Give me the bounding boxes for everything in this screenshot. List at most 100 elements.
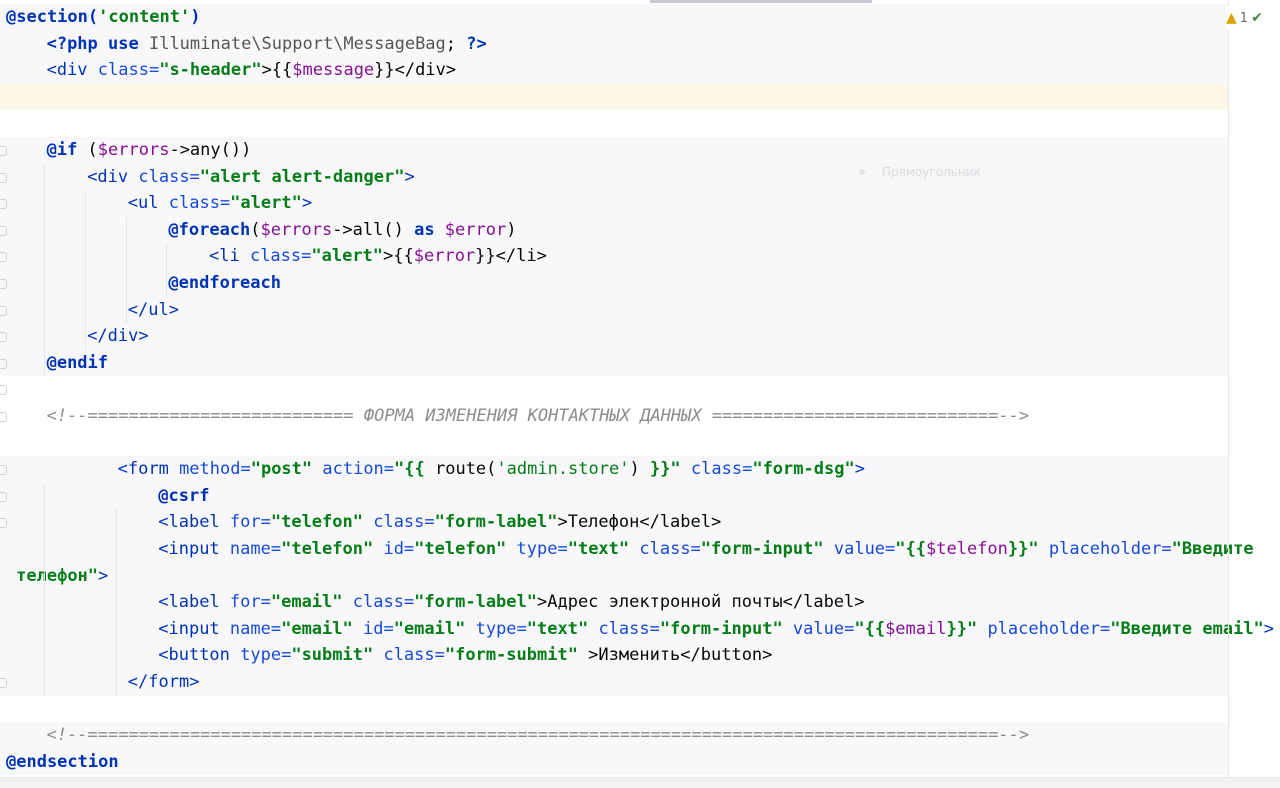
code-text: <ul class="alert"> xyxy=(128,190,312,217)
code-token: id= xyxy=(352,618,394,639)
code-token: for= xyxy=(229,592,271,613)
code-line[interactable]: <input name="telefon" id="telefon" type=… xyxy=(0,536,1254,563)
fold-marker-icon[interactable] xyxy=(0,358,7,369)
code-token: "form-submit" xyxy=(444,645,578,666)
code-line[interactable] xyxy=(0,376,1228,403)
code-text: </div> xyxy=(87,323,148,350)
fold-marker-icon[interactable] xyxy=(0,252,7,263)
code-text: @foreach($errors->all() as $error) xyxy=(168,217,516,244)
code-token: }}" xyxy=(946,618,978,639)
fold-marker-icon[interactable] xyxy=(0,225,7,236)
code-line[interactable]: <button type="submit" class="form-submit… xyxy=(0,642,1228,669)
code-token: name= xyxy=(229,618,282,639)
code-token: method= xyxy=(179,459,251,480)
code-text: телефон"> xyxy=(16,563,108,590)
code-line[interactable]: <div class="s-header">{{$message}}</div> xyxy=(0,57,1228,84)
code-text: @if ($errors->any()) xyxy=(47,137,252,164)
code-token: }}" xyxy=(649,459,681,480)
inspection-widget[interactable]: ▲ 1 ✔ xyxy=(1226,6,1280,30)
code-token: телефон" xyxy=(16,565,99,586)
code-token: <input xyxy=(158,539,230,559)
code-token: placeholder= xyxy=(1038,539,1172,559)
code-text: <div class="s-header">{{$message}}</div> xyxy=(47,57,456,84)
code-token: "alert" xyxy=(311,246,384,267)
code-text: @section('content') xyxy=(6,4,201,31)
code-token: @foreach xyxy=(168,219,251,240)
code-token: class= xyxy=(168,193,231,214)
code-line[interactable]: @endif xyxy=(0,349,1228,377)
fold-marker-icon[interactable] xyxy=(0,305,7,316)
code-line[interactable]: @endforeach xyxy=(0,270,1228,297)
right-margin-guide xyxy=(1228,0,1229,787)
code-token: $error xyxy=(444,219,507,240)
code-token: use xyxy=(108,33,149,54)
code-token: <form xyxy=(117,459,180,480)
fold-marker-icon[interactable] xyxy=(0,146,7,156)
code-token: "email" xyxy=(281,618,353,639)
code-token: > xyxy=(98,565,109,586)
code-text: @endif xyxy=(47,350,108,377)
code-text: </ul> xyxy=(128,297,179,324)
code-line[interactable]: <ul class="alert"> xyxy=(0,190,1228,217)
fold-marker-icon[interactable] xyxy=(0,518,7,529)
fold-marker-icon[interactable] xyxy=(0,172,7,183)
code-text: <!--========================== ФОРМА ИЗМ… xyxy=(47,403,1030,430)
code-line[interactable]: <li class="alert">{{$error}}</li> xyxy=(0,243,1228,270)
fold-marker-icon[interactable] xyxy=(0,491,7,502)
code-line[interactable]: @foreach($errors->all() as $error) xyxy=(0,216,1228,244)
code-token: }}</li> xyxy=(475,246,547,267)
code-line[interactable] xyxy=(0,110,1228,137)
code-line[interactable]: @csrf xyxy=(0,482,1228,510)
code-line[interactable]: </form> xyxy=(0,669,1228,696)
code-token: class= xyxy=(97,60,160,81)
code-token: Illuminate\Support\MessageBag xyxy=(148,33,446,54)
code-line[interactable]: </ul> xyxy=(0,296,1228,324)
fold-marker-icon[interactable] xyxy=(0,279,7,289)
fold-marker-icon[interactable] xyxy=(0,385,7,396)
fold-marker-icon[interactable] xyxy=(0,465,7,476)
code-line[interactable]: @section('content') xyxy=(0,4,1228,31)
code-line[interactable] xyxy=(0,429,1228,457)
code-token: ) xyxy=(190,7,201,27)
code-token: > xyxy=(301,193,313,214)
code-token: <ul xyxy=(127,193,169,214)
indent-guide xyxy=(116,509,117,696)
horizontal-scrollbar[interactable] xyxy=(0,777,1280,788)
code-line[interactable]: </div> xyxy=(0,323,1228,350)
code-line[interactable]: <form method="post" action="{{ route('ad… xyxy=(0,456,1228,483)
code-token: for= xyxy=(229,512,271,533)
indent-guide xyxy=(44,163,45,377)
code-token: @if xyxy=(46,140,88,160)
code-token: ) xyxy=(629,459,650,480)
code-line[interactable]: <!--========================== ФОРМА ИЗМ… xyxy=(0,403,1228,430)
scroll-thumb-top[interactable] xyxy=(650,0,872,3)
code-token: class= xyxy=(629,539,701,559)
code-token: <li xyxy=(209,246,250,267)
fold-marker-icon[interactable] xyxy=(0,332,7,343)
indent-guide xyxy=(126,216,127,324)
code-line[interactable]: <!--====================================… xyxy=(0,722,1228,749)
code-token: >Изменить</button> xyxy=(577,645,773,666)
code-line[interactable]: @endsection xyxy=(0,748,1228,776)
code-text: @endforeach xyxy=(168,270,281,297)
fold-marker-icon[interactable] xyxy=(0,678,7,688)
fold-marker-icon[interactable] xyxy=(0,412,7,422)
code-text: <!--====================================… xyxy=(47,722,1030,749)
code-token: "telefon" xyxy=(281,539,374,559)
fold-marker-icon[interactable] xyxy=(0,199,7,210)
warning-count: 1 xyxy=(1239,10,1249,26)
code-line[interactable]: <label for="email" class="form-label">Ад… xyxy=(0,589,1228,616)
code-text: <label for="email" class="form-label">Ад… xyxy=(158,589,864,616)
code-line[interactable]: телефон"> xyxy=(0,562,1228,590)
code-token: "{{ xyxy=(394,459,435,480)
code-line[interactable]: <label for="telefon" class="form-label">… xyxy=(0,509,1228,536)
code-line[interactable] xyxy=(0,83,1228,111)
code-line[interactable]: @if ($errors->any()) xyxy=(0,137,1228,164)
code-editor[interactable]: @section('content') <?php use Illuminate\… xyxy=(0,0,1280,788)
code-line[interactable]: <?php use Illuminate\Support\MessageBag;… xyxy=(0,30,1228,58)
code-line[interactable] xyxy=(0,695,1228,723)
code-text: <button type="submit" class="form-submit… xyxy=(158,642,772,669)
code-line[interactable]: <input name="email" id="email" type="tex… xyxy=(0,615,1274,643)
code-token: "Введите xyxy=(1171,539,1254,559)
code-token: ( xyxy=(250,219,261,240)
